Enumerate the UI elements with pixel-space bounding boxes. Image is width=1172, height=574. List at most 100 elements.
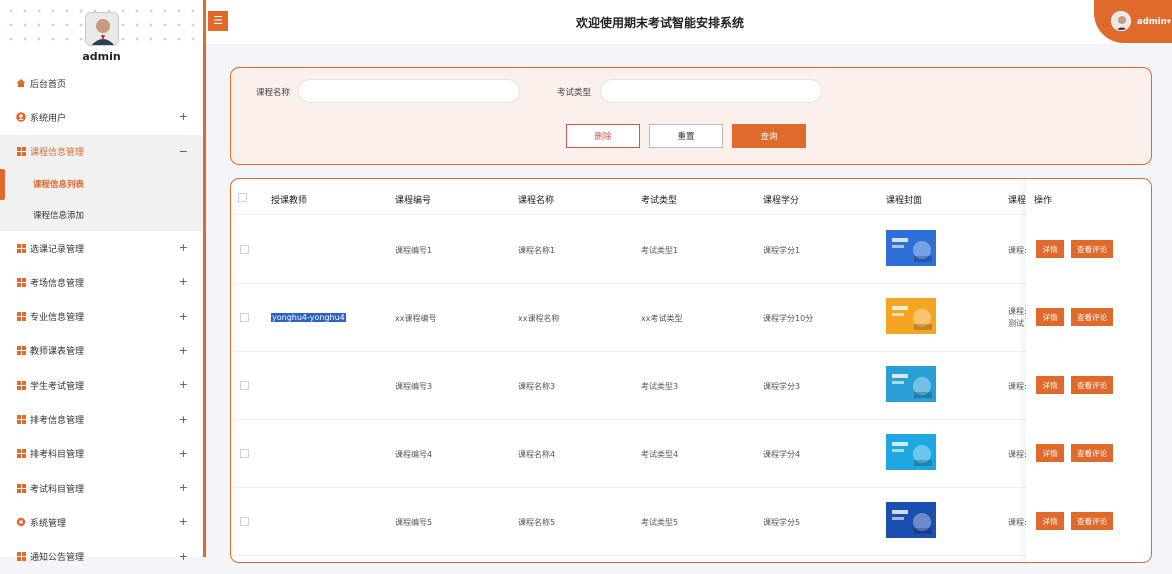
sidebar-item-label: 选课记录管理 bbox=[30, 244, 85, 255]
sidebar-item-10[interactable]: 考试科目管理 + bbox=[0, 471, 203, 505]
cell-code: 课程编号3 bbox=[395, 381, 432, 392]
cell-credit-text: 课程学分1 bbox=[763, 246, 801, 255]
course-name-label: 课程名称 bbox=[256, 88, 291, 98]
expand-icon: + bbox=[178, 275, 188, 289]
cell-type-text: 考试类型4 bbox=[641, 450, 679, 459]
col-teacher: 授课教师 bbox=[271, 196, 308, 206]
sidebar-item-8[interactable]: 排考信息管理 + bbox=[0, 402, 203, 436]
sidebar-subitem-1[interactable]: 课程信息添加 bbox=[0, 199, 203, 231]
sidebar-item-label: 考场信息管理 bbox=[30, 278, 85, 289]
cell-credit-text: 课程学分4 bbox=[763, 450, 801, 459]
cell-code-text: xx课程编号 bbox=[395, 314, 437, 323]
sidebar-item-1[interactable]: 系统用户 + bbox=[0, 100, 203, 134]
detail-button[interactable]: 详情 bbox=[1036, 308, 1064, 326]
sidebar-item-9[interactable]: 排考科目管理 + bbox=[0, 437, 203, 471]
sidebar-item-label: 学生考试管理 bbox=[30, 381, 85, 392]
home-icon bbox=[16, 78, 26, 88]
expand-icon: + bbox=[178, 309, 188, 323]
cell-extra: 课程: bbox=[1008, 517, 1027, 529]
cell-type-text: 考试类型1 bbox=[641, 246, 679, 255]
gear-icon bbox=[16, 517, 26, 527]
exam-type-label: 考试类型 bbox=[557, 88, 592, 98]
cell-name: 课程名称3 bbox=[518, 381, 555, 392]
page-title: 欢迎使用期末考试智能安排系统 bbox=[575, 16, 744, 30]
sidebar-item-label: 排考科目管理 bbox=[30, 450, 85, 461]
row-checkbox[interactable] bbox=[240, 313, 249, 322]
detail-button[interactable]: 详情 bbox=[1036, 444, 1064, 462]
grid-icon bbox=[16, 380, 26, 390]
detail-button[interactable]: 详情 bbox=[1036, 512, 1064, 530]
cell-code: 课程编号4 bbox=[395, 449, 432, 460]
view-comments-button[interactable]: 查看评论 bbox=[1071, 512, 1113, 530]
exam-type-input[interactable] bbox=[600, 79, 822, 103]
cell-name-text: xx课程名称 bbox=[518, 314, 560, 323]
sidebar-item-7[interactable]: 学生考试管理 + bbox=[0, 368, 203, 402]
view-comments-button[interactable]: 查看评论 bbox=[1071, 444, 1113, 462]
expand-icon: + bbox=[178, 480, 188, 494]
grid-icon bbox=[16, 277, 26, 287]
selected-indicator bbox=[0, 168, 5, 200]
user-name-text: admin bbox=[1137, 17, 1167, 27]
user-avatar bbox=[1111, 11, 1131, 31]
sidebar-subitem-0[interactable]: 课程信息列表 bbox=[0, 168, 203, 200]
col-cover: 课程封面 bbox=[886, 196, 923, 206]
query-button[interactable]: 查询 bbox=[732, 124, 806, 148]
view-comments-button[interactable]: 查看评论 bbox=[1071, 240, 1113, 258]
view-comments-button[interactable]: 查看评论 bbox=[1071, 376, 1113, 394]
col-type: 考试类型 bbox=[641, 196, 678, 206]
row-checkbox[interactable] bbox=[240, 449, 249, 458]
sidebar-item-0[interactable]: 后台首页 bbox=[0, 66, 203, 100]
row-checkbox[interactable] bbox=[240, 245, 249, 254]
col-extra: 课程 bbox=[1008, 196, 1027, 206]
cell-name: 课程名称1 bbox=[518, 245, 555, 256]
table-row: yonghu4-yonghu4 xx课程编号 xx课程名称 xx考试类型 课程学分10分… bbox=[231, 284, 1151, 352]
course-cover-image bbox=[886, 366, 936, 402]
row-checkbox[interactable] bbox=[240, 517, 249, 526]
sidebar-item-label: 考试科目管理 bbox=[30, 484, 85, 495]
select-all-checkbox[interactable] bbox=[238, 193, 247, 202]
cell-extra-text: 课程: bbox=[1008, 450, 1027, 459]
reset-button[interactable]: 重置 bbox=[649, 124, 723, 148]
cell-teacher-text: yonghu4-yonghu4 bbox=[271, 313, 346, 322]
col-credit: 课程学分 bbox=[763, 196, 800, 206]
sidebar-item-2[interactable]: 课程信息管理 − bbox=[0, 134, 203, 169]
cell-name: 课程名称4 bbox=[518, 449, 555, 460]
cell-extra: 课程: bbox=[1008, 449, 1027, 461]
user-name: admin▾ bbox=[1137, 17, 1171, 27]
expand-icon: + bbox=[178, 110, 188, 124]
grid-icon bbox=[16, 312, 26, 322]
sidebar: admin 后台首页 系统用户 + 课程信息管理 − 课程信息列表 课程信息添加 选课记录管理… bbox=[0, 0, 206, 563]
expand-icon: + bbox=[178, 343, 188, 357]
expand-icon: + bbox=[178, 378, 188, 392]
cell-extra: 课程: bbox=[1008, 245, 1027, 257]
detail-button[interactable]: 详情 bbox=[1036, 240, 1064, 258]
sidebar-item-5[interactable]: 专业信息管理 + bbox=[0, 299, 203, 333]
cell-type: 考试类型5 bbox=[641, 517, 678, 528]
sidebar-subitem-label: 课程信息添加 bbox=[33, 211, 85, 222]
sidebar-item-6[interactable]: 教师课表管理 + bbox=[0, 334, 203, 368]
chevron-down-icon: ▾ bbox=[1166, 17, 1171, 27]
sidebar-item-4[interactable]: 考场信息管理 + bbox=[0, 265, 203, 299]
course-name-input[interactable] bbox=[298, 79, 520, 103]
avatar[interactable] bbox=[85, 12, 119, 46]
sidebar-item-3[interactable]: 选课记录管理 + bbox=[0, 231, 203, 265]
delete-button[interactable]: 删除 bbox=[566, 124, 640, 148]
sidebar-item-11[interactable]: 系统管理 + bbox=[0, 505, 203, 539]
grid-icon bbox=[16, 415, 26, 425]
user-menu[interactable]: admin▾ bbox=[1094, 0, 1172, 43]
cell-code: xx课程编号 bbox=[395, 313, 436, 324]
cell-extra-text: 课程: bbox=[1008, 246, 1027, 255]
course-cover-image bbox=[886, 230, 936, 266]
grid-icon bbox=[16, 449, 26, 459]
row-checkbox[interactable] bbox=[240, 381, 249, 390]
cell-credit: 课程学分4 bbox=[763, 449, 800, 460]
cell-name-text: 课程名称3 bbox=[518, 382, 556, 391]
sidebar-item-label: 课程信息管理 bbox=[30, 148, 85, 159]
col-name: 课程名称 bbox=[518, 196, 555, 206]
view-comments-button[interactable]: 查看评论 bbox=[1071, 308, 1113, 326]
table-row: 课程编号3 课程名称3 考试类型3 课程学分3 课程: bbox=[231, 352, 1151, 420]
user-icon bbox=[16, 112, 26, 123]
detail-button[interactable]: 详情 bbox=[1036, 376, 1064, 394]
collapse-icon: − bbox=[178, 144, 188, 158]
table-row: 课程编号4 课程名称4 考试类型4 课程学分4 课程: bbox=[231, 420, 1151, 488]
